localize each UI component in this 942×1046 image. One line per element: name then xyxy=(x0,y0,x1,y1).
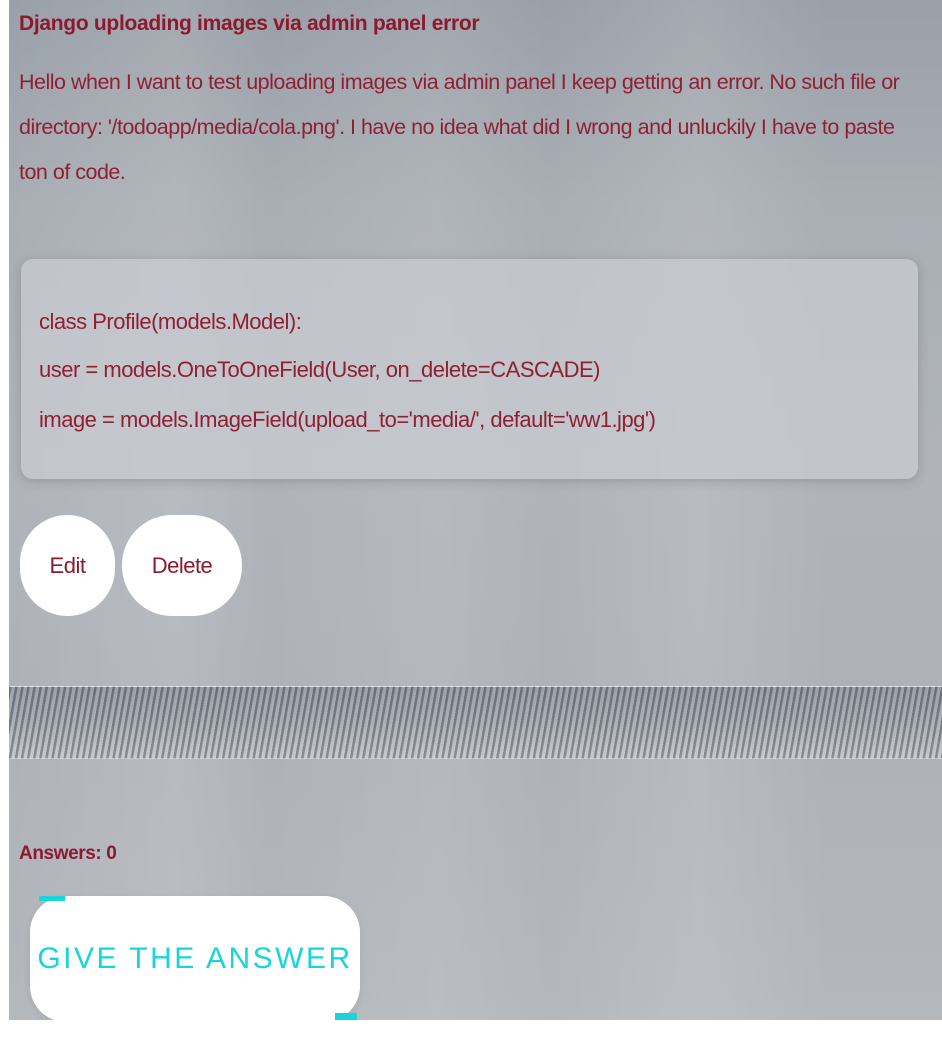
post-title: Django uploading images via admin panel … xyxy=(19,12,480,35)
code-line-3: image = models.ImageField(upload_to='med… xyxy=(39,407,656,432)
delete-button[interactable]: Delete xyxy=(122,515,242,616)
code-block: class Profile(models.Model): user = mode… xyxy=(21,259,918,479)
answers-count: Answers: 0 xyxy=(19,843,117,864)
give-answer-button[interactable]: GIVE THE ANSWER xyxy=(30,896,360,1020)
code-line-2: user = models.OneToOneField(User, on_del… xyxy=(39,357,600,382)
button-corner-accent-bottom xyxy=(335,1013,357,1020)
page-background: Django uploading images via admin panel … xyxy=(9,0,942,1020)
post-body: Hello when I want to test uploading imag… xyxy=(19,70,900,184)
button-corner-accent-top xyxy=(39,896,65,901)
edit-button[interactable]: Edit xyxy=(20,515,115,616)
decorative-water-band xyxy=(9,686,942,759)
code-line-1: class Profile(models.Model): xyxy=(39,309,302,334)
